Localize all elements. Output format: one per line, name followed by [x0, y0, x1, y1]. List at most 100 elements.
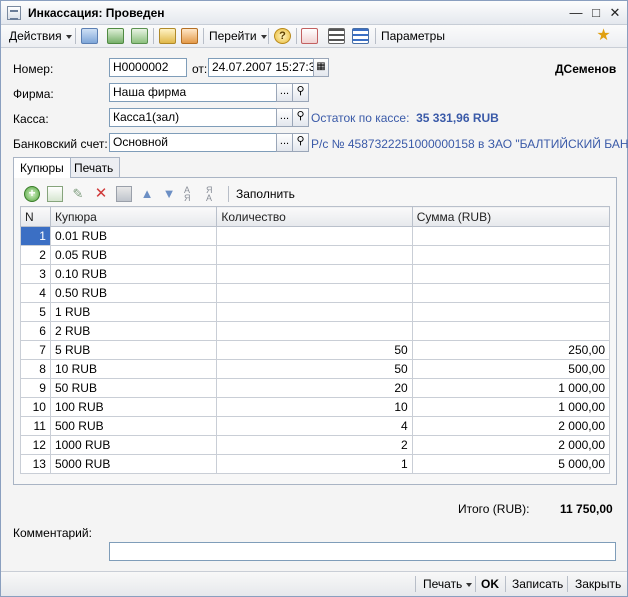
row-quantity[interactable] — [216, 302, 413, 322]
table-row[interactable]: 11 500 RUB 4 2 000,00 — [20, 416, 611, 436]
row-note[interactable]: 0.50 RUB — [49, 283, 218, 303]
firm-field[interactable]: Наша фирма — [109, 83, 277, 102]
comment-field[interactable] — [109, 542, 616, 561]
table-row[interactable]: 10 100 RUB 10 1 000,00 — [20, 397, 611, 417]
calendar-icon[interactable]: ▦ — [313, 58, 329, 77]
table-row[interactable]: 75 RUB 50 250,00 — [20, 340, 611, 360]
post-document-icon[interactable] — [81, 28, 98, 44]
select-dots-icon[interactable]: ... — [276, 83, 293, 102]
row-number[interactable]: 7 — [20, 340, 51, 360]
search-icon[interactable]: ⚲ — [292, 133, 309, 152]
sort-asc-icon[interactable]: AЯ — [184, 186, 200, 203]
move-down-icon[interactable]: ▼ — [161, 186, 177, 202]
number-field[interactable]: Н0000002 — [109, 58, 187, 77]
row-quantity[interactable]: 4 — [216, 416, 413, 436]
table-row[interactable]: 4 0.50 RUB — [20, 283, 611, 303]
settings-list-icon[interactable] — [352, 28, 369, 44]
row-sum[interactable] — [411, 283, 611, 303]
bank-account-field[interactable]: Основной — [109, 133, 277, 152]
row-number[interactable]: 9 — [20, 378, 51, 398]
params-button[interactable]: Параметры — [381, 29, 445, 43]
refresh-icon[interactable] — [107, 28, 124, 44]
table-row[interactable]: 51 RUB — [20, 302, 611, 322]
row-quantity[interactable]: 2 — [216, 435, 413, 455]
table-row[interactable]: 62 RUB — [20, 321, 611, 341]
structure-icon[interactable] — [181, 28, 198, 44]
row-sum[interactable] — [411, 321, 611, 341]
row-sum[interactable] — [411, 264, 611, 284]
row-sum[interactable]: 5 000,00 — [411, 454, 611, 474]
row-note[interactable]: 2 RUB — [49, 321, 218, 341]
search-icon[interactable]: ⚲ — [292, 108, 309, 127]
row-number[interactable]: 6 — [20, 321, 51, 341]
row-note[interactable]: 0.05 RUB — [49, 245, 218, 265]
row-quantity[interactable]: 50 — [216, 359, 413, 379]
row-quantity[interactable]: 10 — [216, 397, 413, 417]
save-button[interactable]: Записать — [512, 577, 563, 591]
row-number[interactable]: 13 — [20, 454, 51, 474]
row-sum[interactable]: 250,00 — [411, 340, 611, 360]
row-number[interactable]: 11 — [20, 416, 51, 436]
sort-desc-icon[interactable]: ЯA — [206, 186, 222, 203]
row-number[interactable]: 5 — [20, 302, 51, 322]
row-sum[interactable]: 1 000,00 — [411, 378, 611, 398]
row-note[interactable]: 500 RUB — [49, 416, 218, 436]
fill-button[interactable]: Заполнить — [236, 187, 295, 201]
tab-print[interactable]: Печать — [67, 157, 121, 177]
add-row-icon[interactable]: + — [24, 186, 40, 202]
row-note[interactable]: 5000 RUB — [49, 454, 218, 474]
row-sum[interactable]: 2 000,00 — [411, 435, 611, 455]
actions-menu[interactable]: Действия — [9, 29, 72, 43]
row-quantity[interactable]: 1 — [216, 454, 413, 474]
copy-row-icon[interactable] — [47, 186, 63, 202]
row-quantity[interactable] — [216, 264, 413, 284]
row-number[interactable]: 12 — [20, 435, 51, 455]
maximize-icon[interactable]: □ — [589, 6, 603, 20]
row-sum[interactable]: 500,00 — [411, 359, 611, 379]
table-row[interactable]: 8 10 RUB 50 500,00 — [20, 359, 611, 379]
row-quantity[interactable]: 20 — [216, 378, 413, 398]
help-icon[interactable]: ? — [274, 28, 291, 44]
date-field[interactable]: 24.07.2007 15:27:35 — [208, 58, 314, 77]
row-number[interactable]: 10 — [20, 397, 51, 417]
close-icon[interactable]: ✕ — [608, 6, 622, 20]
row-note[interactable]: 100 RUB — [49, 397, 218, 417]
delete-row-icon[interactable]: ✕ — [93, 186, 109, 202]
column-header-note[interactable]: Купюра — [49, 206, 218, 227]
row-number[interactable]: 8 — [20, 359, 51, 379]
row-number[interactable]: 3 — [20, 264, 51, 284]
row-quantity[interactable] — [216, 321, 413, 341]
row-quantity[interactable] — [216, 245, 413, 265]
end-edit-icon[interactable] — [116, 186, 132, 202]
row-number[interactable]: 4 — [20, 283, 51, 303]
column-header-quantity[interactable]: Количество — [216, 206, 413, 227]
star-icon[interactable]: ★ — [595, 28, 612, 44]
table-row[interactable]: 3 0.10 RUB — [20, 264, 611, 284]
table-row[interactable]: 9 50 RUB 20 1 000,00 — [20, 378, 611, 398]
row-note[interactable]: 1000 RUB — [49, 435, 218, 455]
hierarchy-icon[interactable] — [301, 28, 318, 44]
row-note[interactable]: 5 RUB — [49, 340, 218, 360]
row-note[interactable]: 50 RUB — [49, 378, 218, 398]
copy-document-icon[interactable] — [131, 28, 148, 44]
row-number[interactable]: 2 — [20, 245, 51, 265]
close-button[interactable]: Закрыть — [575, 577, 621, 591]
move-up-icon[interactable]: ▲ — [139, 186, 155, 202]
list-view-icon[interactable] — [328, 28, 345, 44]
row-sum[interactable]: 1 000,00 — [411, 397, 611, 417]
tab-kupyury[interactable]: Купюры — [13, 157, 71, 178]
row-sum[interactable]: 2 000,00 — [411, 416, 611, 436]
row-sum[interactable] — [411, 245, 611, 265]
column-header-sum[interactable]: Сумма (RUB) — [411, 206, 611, 227]
row-note[interactable]: 0.01 RUB — [49, 226, 218, 246]
row-quantity[interactable]: 50 — [216, 340, 413, 360]
ok-button[interactable]: OK — [481, 577, 499, 591]
row-note[interactable]: 1 RUB — [49, 302, 218, 322]
minimize-icon[interactable]: — — [569, 6, 583, 20]
row-quantity[interactable] — [216, 226, 413, 246]
table-row[interactable]: 1 0.01 RUB — [20, 226, 611, 246]
kassa-field[interactable]: Касса1(зал) — [109, 108, 277, 127]
print-menu[interactable]: Печать — [423, 577, 473, 591]
goto-menu[interactable]: Перейти — [209, 29, 267, 43]
based-on-icon[interactable] — [159, 28, 176, 44]
